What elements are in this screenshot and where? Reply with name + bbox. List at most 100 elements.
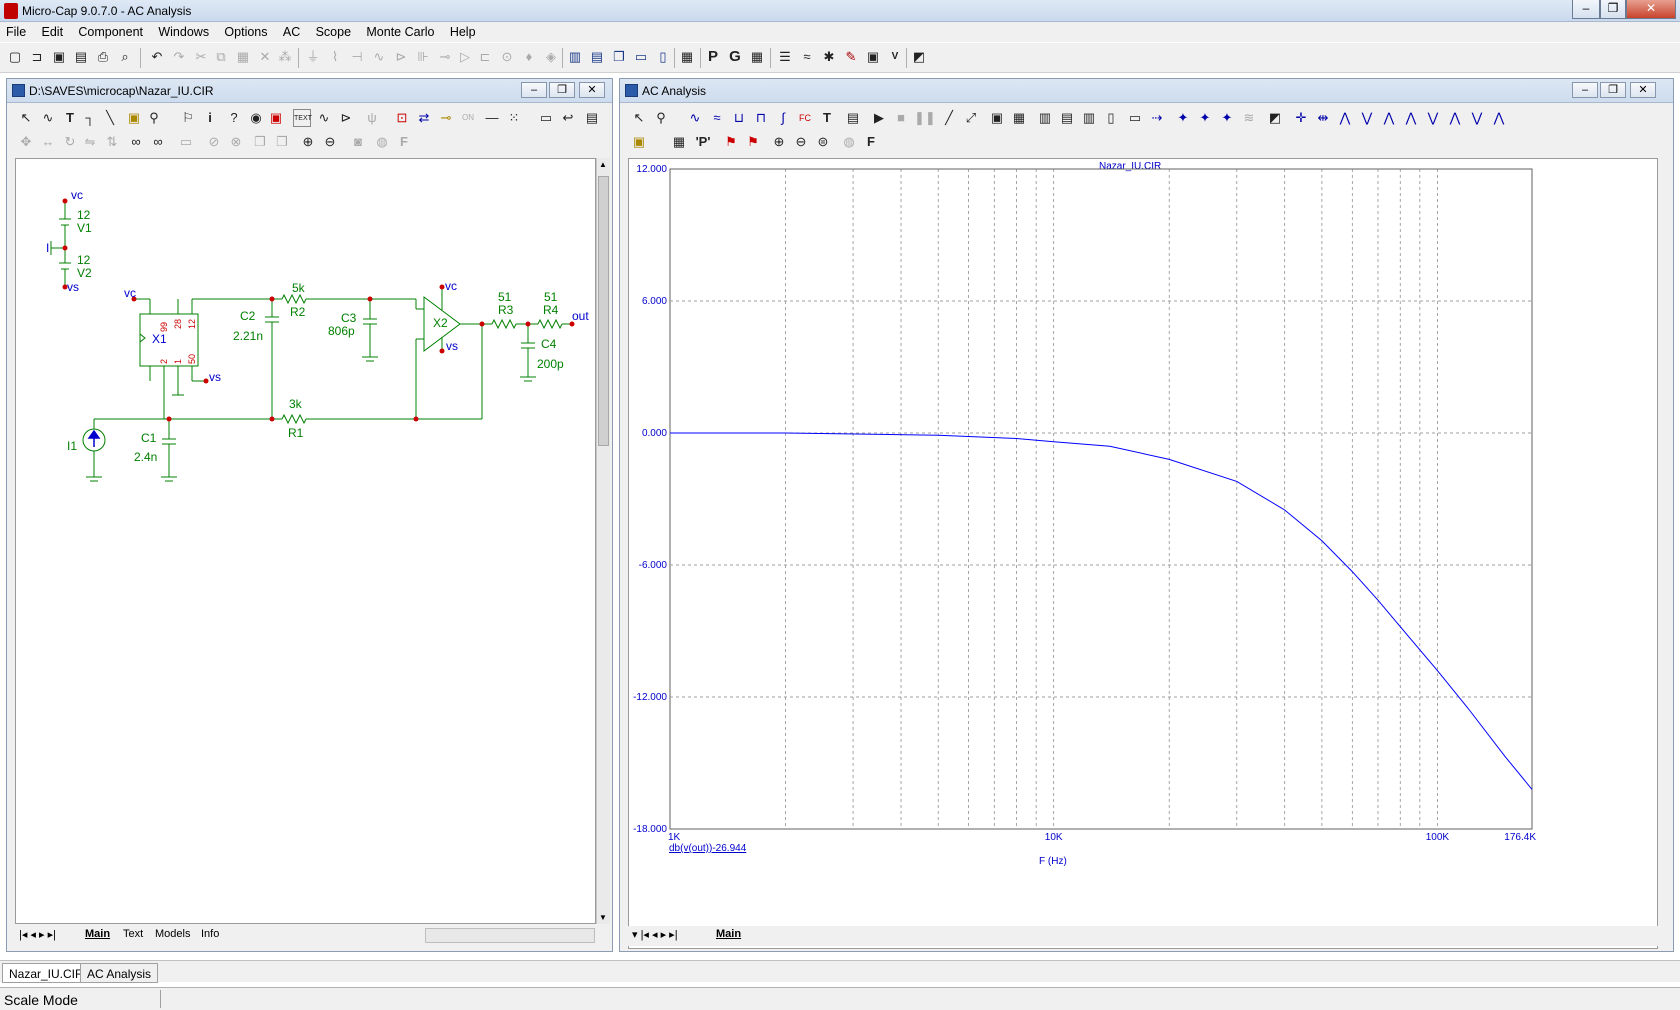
cursor-left-icon[interactable]: ✦ [1174, 109, 1192, 127]
max-marker-icon[interactable]: ⋀ [1402, 109, 1420, 127]
list-icon[interactable]: ☰ [776, 48, 794, 66]
delete-icon[interactable]: ✕ [256, 48, 274, 66]
minimize-button[interactable]: – [1572, 0, 1600, 19]
p-button[interactable]: P [704, 48, 722, 66]
window-icon[interactable]: ▭ [632, 48, 650, 66]
text-tool-icon[interactable]: T [61, 109, 79, 127]
copy-icon[interactable]: ⧉ [212, 48, 230, 66]
cursor-next-icon[interactable]: ✦ [1218, 109, 1236, 127]
resistor-icon[interactable]: ⌇ [326, 48, 344, 66]
split2-icon[interactable]: ▯ [1102, 109, 1120, 127]
menu-edit[interactable]: Edit [36, 22, 70, 39]
tab-models[interactable]: Models [155, 928, 190, 940]
ground-icon[interactable]: ⏚ [304, 48, 322, 66]
power-icon[interactable]: ⊡ [393, 109, 411, 127]
cursor-right-icon[interactable]: ✦ [1196, 109, 1214, 127]
component-icon[interactable]: ▣ [630, 133, 648, 151]
menu-component[interactable]: Component [72, 22, 149, 39]
layers-icon[interactable]: ❐ [251, 133, 269, 151]
peak-marker-icon[interactable]: ⋀ [1336, 109, 1354, 127]
pin-icon[interactable]: ▣ [267, 109, 285, 127]
chart-icon[interactable]: ◩ [1266, 109, 1284, 127]
doc-tab-ac-analysis[interactable]: AC Analysis [80, 963, 159, 983]
valley-marker-icon[interactable]: ⋁ [1358, 109, 1376, 127]
scroll-up-icon[interactable]: ▲ [599, 160, 607, 169]
camera-icon[interactable]: ◙ [349, 133, 367, 151]
menu-scope[interactable]: Scope [310, 22, 357, 39]
tab-info[interactable]: Info [201, 928, 219, 940]
calculator-icon[interactable]: ▦ [678, 48, 696, 66]
junction-icon[interactable]: ♦ [520, 48, 538, 66]
analysis-restore-button[interactable]: ❐ [1600, 82, 1626, 98]
menu-help[interactable]: Help [444, 22, 482, 39]
line-icon[interactable]: ╱ [940, 109, 958, 127]
global-high-icon[interactable]: ⋀ [1490, 109, 1508, 127]
inflection-icon[interactable]: ∫ [774, 109, 792, 127]
undo-icon[interactable]: ↶ [148, 48, 166, 66]
line-segment-icon[interactable]: — [483, 109, 501, 127]
globe-icon[interactable]: ◍ [373, 133, 391, 151]
analysis-tab-main[interactable]: Main [716, 928, 741, 940]
peak-icon[interactable]: ∿ [686, 109, 704, 127]
inductor-icon[interactable]: ∿ [370, 48, 388, 66]
scroll-down-icon[interactable]: ▼ [599, 913, 607, 922]
battery-icon[interactable]: ⊪ [414, 48, 432, 66]
close-button[interactable]: ✕ [1626, 0, 1676, 19]
horizontal-cursor-icon[interactable]: ✛ [1292, 109, 1310, 127]
on-off-icon[interactable]: ON [459, 109, 477, 127]
probe-icon[interactable]: ◈ [542, 48, 560, 66]
node-numbers-icon[interactable]: ◉ [247, 109, 265, 127]
opamp-icon[interactable]: ▷ [456, 48, 474, 66]
vi-icon[interactable]: V [886, 48, 904, 66]
menu-monte-carlo[interactable]: Monte Carlo [360, 22, 440, 39]
info-icon[interactable]: i [201, 109, 219, 127]
min-marker-icon[interactable]: ⋁ [1424, 109, 1442, 127]
g-button[interactable]: G [726, 48, 744, 66]
stop-icon[interactable]: ■ [892, 109, 910, 127]
zoom-out-icon[interactable]: ⊖ [792, 133, 810, 151]
save-icon[interactable]: ▣ [50, 48, 68, 66]
grid-icon[interactable]: ▦ [1010, 109, 1028, 127]
schematic-restore-button[interactable]: ❐ [549, 82, 575, 98]
print-icon[interactable]: ⎙ [94, 48, 112, 66]
schematic-close-button[interactable]: ✕ [579, 82, 605, 98]
wire-icon[interactable]: ∿ [39, 109, 57, 127]
cancel-icon[interactable]: ⊗ [227, 133, 245, 151]
component-icon[interactable]: ▣ [125, 109, 143, 127]
move-icon[interactable]: ✥ [17, 133, 35, 151]
monitor-icon[interactable]: ▭ [177, 133, 195, 151]
schematic-minimize-button[interactable]: – [521, 82, 547, 98]
analysis-tab-nav-icon[interactable]: ▾ |◂ ◂ ▸ ▸| [632, 928, 678, 941]
cut-icon[interactable]: ✂ [192, 48, 210, 66]
menu-windows[interactable]: Windows [152, 22, 215, 39]
page-icon[interactable]: ▭ [537, 109, 555, 127]
pen-icon[interactable]: ✎ [842, 48, 860, 66]
find-icon[interactable]: ⁂ [276, 48, 294, 66]
menu-options[interactable]: Options [218, 22, 273, 39]
paste-icon[interactable]: ▦ [234, 48, 252, 66]
schematic-canvas[interactable]: vc 12 V1 12 V2 vs I vc X1 99 28 12 2 1 5… [15, 158, 596, 924]
cursor-mode-icon[interactable]: ⇢ [1148, 109, 1166, 127]
zoom-fit-icon[interactable]: ⊜ [814, 133, 832, 151]
text-icon[interactable]: T [818, 109, 836, 127]
flag-icon[interactable]: ⚐ [179, 109, 197, 127]
tab-text[interactable]: Text [123, 928, 143, 940]
slope-marker-icon[interactable]: ⋀ [1380, 109, 1398, 127]
node-voltage-icon[interactable]: ⊳ [337, 109, 355, 127]
schematic-horizontal-scrollbar[interactable] [425, 928, 595, 943]
condition-icon[interactable]: ⇄ [415, 109, 433, 127]
split-icon[interactable]: ▥ [1080, 109, 1098, 127]
stop-icon[interactable]: ⊘ [205, 133, 223, 151]
tangent-icon[interactable]: ⤢ [962, 109, 980, 127]
wire-ortho-icon[interactable]: ┐ [81, 109, 99, 127]
tab-nav-first-icon[interactable]: |◂ ◂ ▸ ▸| [19, 928, 56, 941]
schematic-scroll-thumb[interactable] [598, 176, 609, 446]
minor-grid-icon[interactable]: ▥ [1036, 109, 1054, 127]
high-icon[interactable]: ⊔ [730, 109, 748, 127]
fc-icon[interactable]: FC [796, 109, 814, 127]
find-all-icon[interactable]: ∞ [149, 133, 167, 151]
analysis-minimize-button[interactable]: – [1572, 82, 1598, 98]
pause-icon[interactable]: ❚❚ [914, 109, 936, 127]
rotate-icon[interactable]: ↻ [61, 133, 79, 151]
flip-icon[interactable]: ⇅ [103, 133, 121, 151]
